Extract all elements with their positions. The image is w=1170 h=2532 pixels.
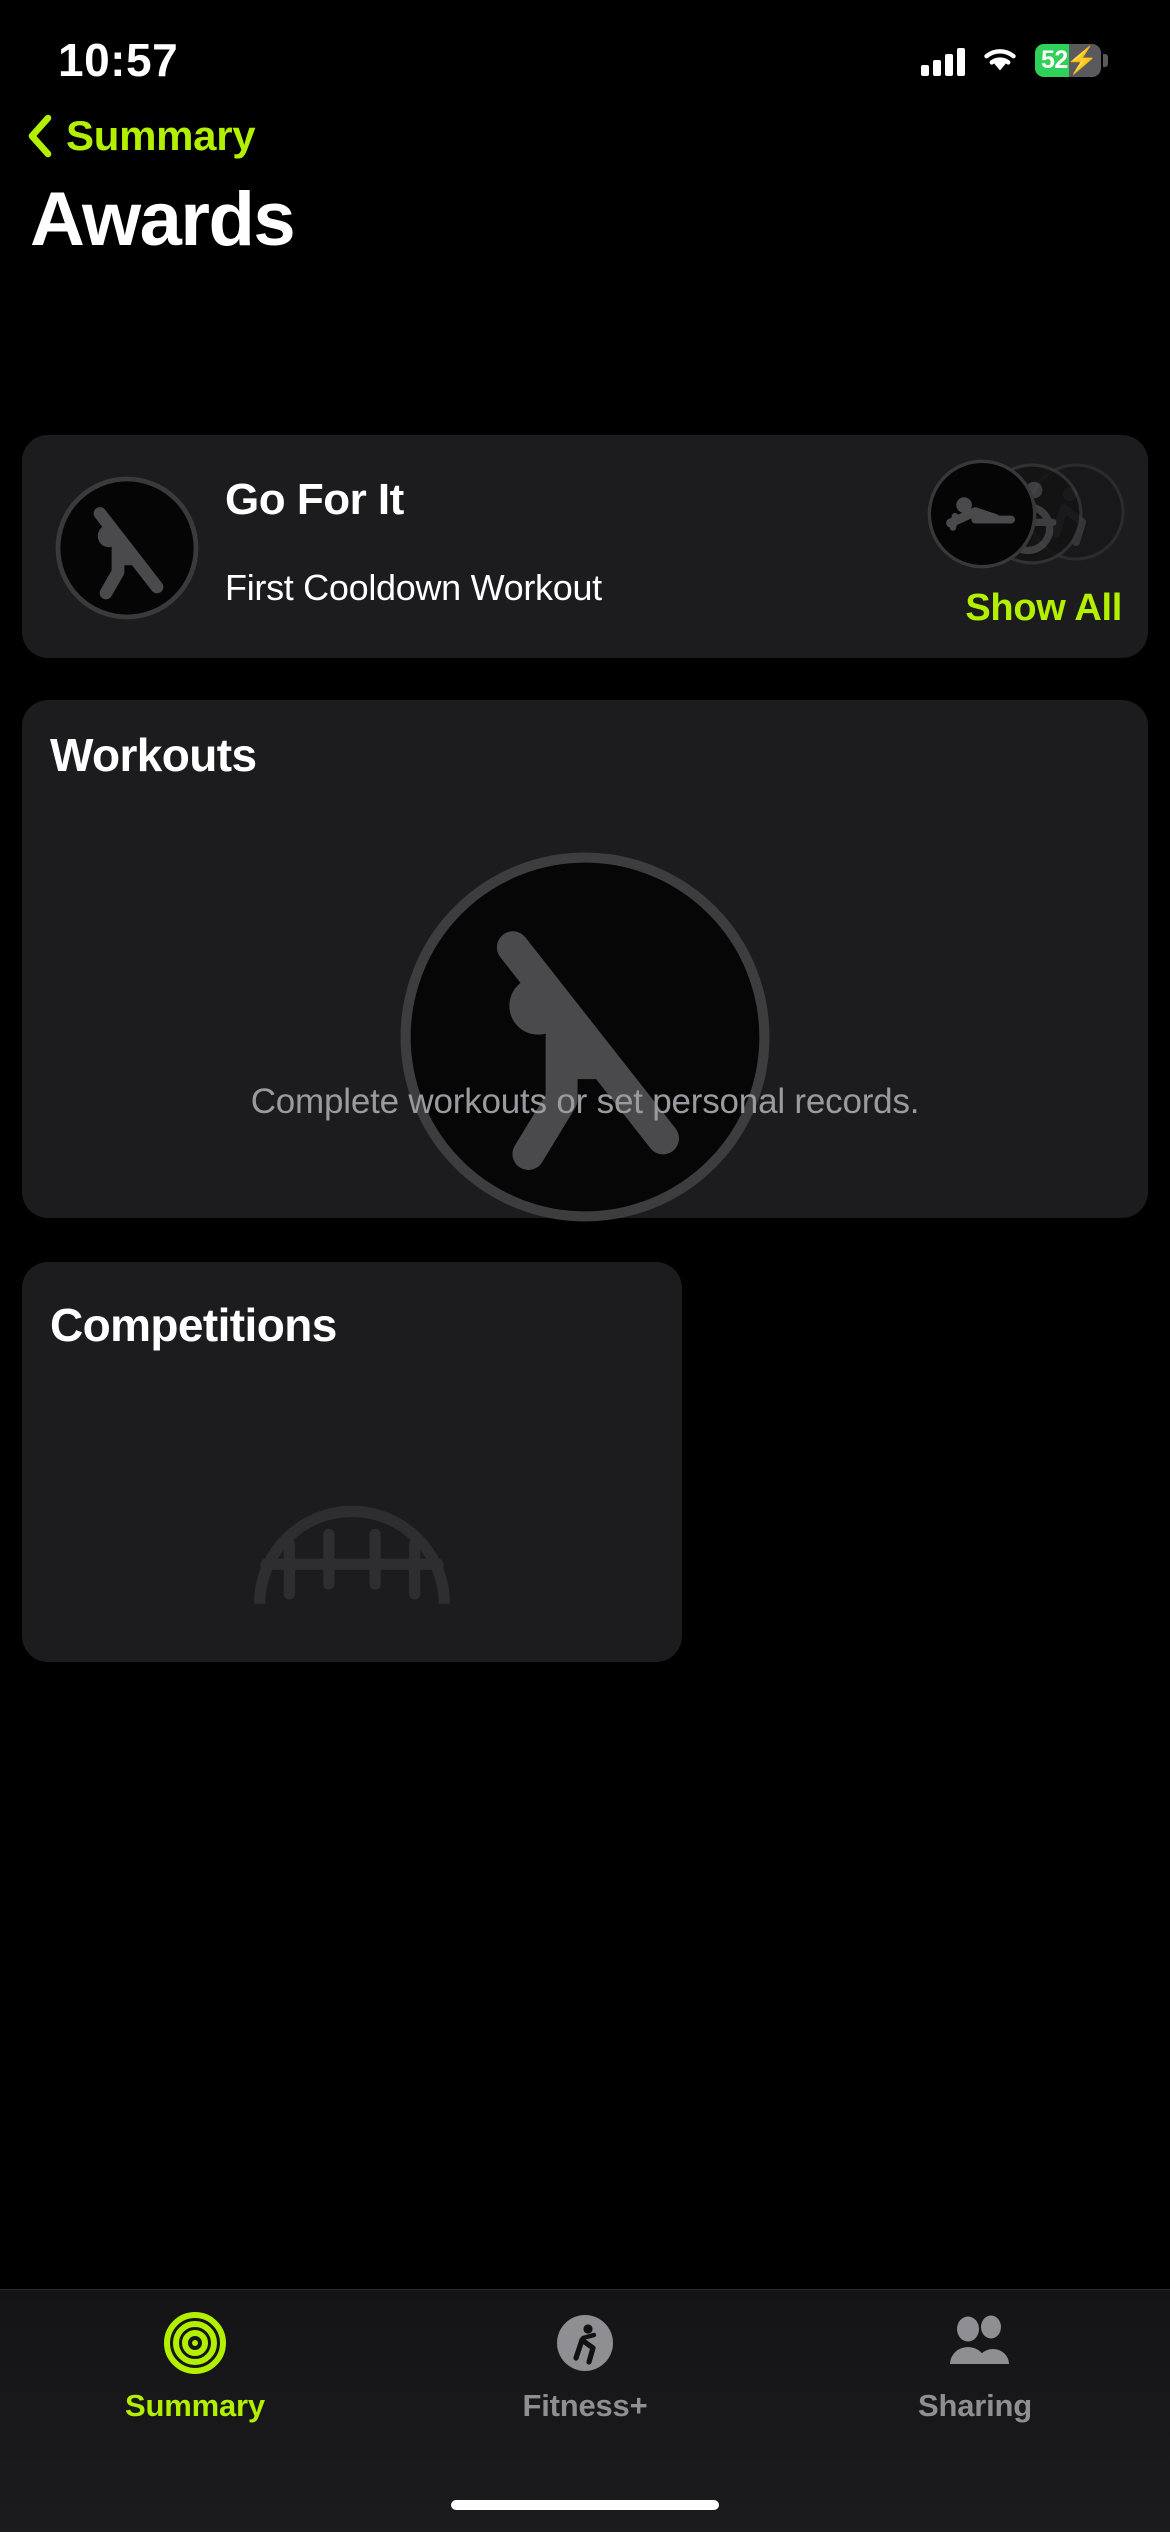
tab-sharing-label: Sharing: [917, 2388, 1032, 2423]
workouts-section-card[interactable]: Workouts Complete workouts or set person…: [22, 700, 1148, 1222]
featured-award-title: Go For It: [225, 475, 404, 524]
rowing-badge-icon: [926, 458, 1038, 570]
tab-sharing[interactable]: Sharing: [780, 2312, 1170, 2424]
competitions-section-card[interactable]: Competitions: [22, 1262, 682, 1662]
competitions-section-title: Competitions: [50, 1299, 337, 1351]
battery-percent-label: 52: [1041, 45, 1068, 74]
show-all-button[interactable]: Show All: [965, 587, 1122, 630]
scroll-content: Go For It First Cooldown Workout Show Al…: [0, 0, 1170, 2532]
award-thumbnail-stack: [886, 457, 1126, 570]
cooldown-stretch-badge-icon: [52, 473, 202, 623]
tab-fitness-plus[interactable]: Fitness+: [390, 2312, 780, 2424]
running-person-icon: [554, 2312, 616, 2374]
charging-bolt-icon: ⚡: [1065, 45, 1099, 75]
tab-summary-label: Summary: [125, 2388, 265, 2423]
workouts-section-title: Workouts: [50, 729, 257, 781]
activity-rings-icon: [164, 2312, 226, 2374]
battery-indicator: 52 ⚡: [1035, 43, 1108, 77]
two-people-icon: [944, 2312, 1009, 2374]
tab-bar: Summary Fitness+ Sharing: [0, 2289, 1170, 2532]
workouts-section-caption: Complete workouts or set personal record…: [250, 1082, 920, 1121]
competition-medal-badge-icon: [187, 1452, 517, 1782]
tab-fitness-plus-label: Fitness+: [522, 2388, 648, 2423]
cooldown-stretch-badge-icon: [390, 842, 780, 1232]
home-indicator[interactable]: [451, 2500, 719, 2510]
battery-icon: 52 ⚡: [1035, 43, 1101, 77]
tab-summary[interactable]: Summary: [0, 2312, 390, 2424]
featured-award-card[interactable]: Go For It First Cooldown Workout Show Al…: [22, 435, 1148, 658]
featured-award-subtitle: First Cooldown Workout: [225, 567, 602, 608]
